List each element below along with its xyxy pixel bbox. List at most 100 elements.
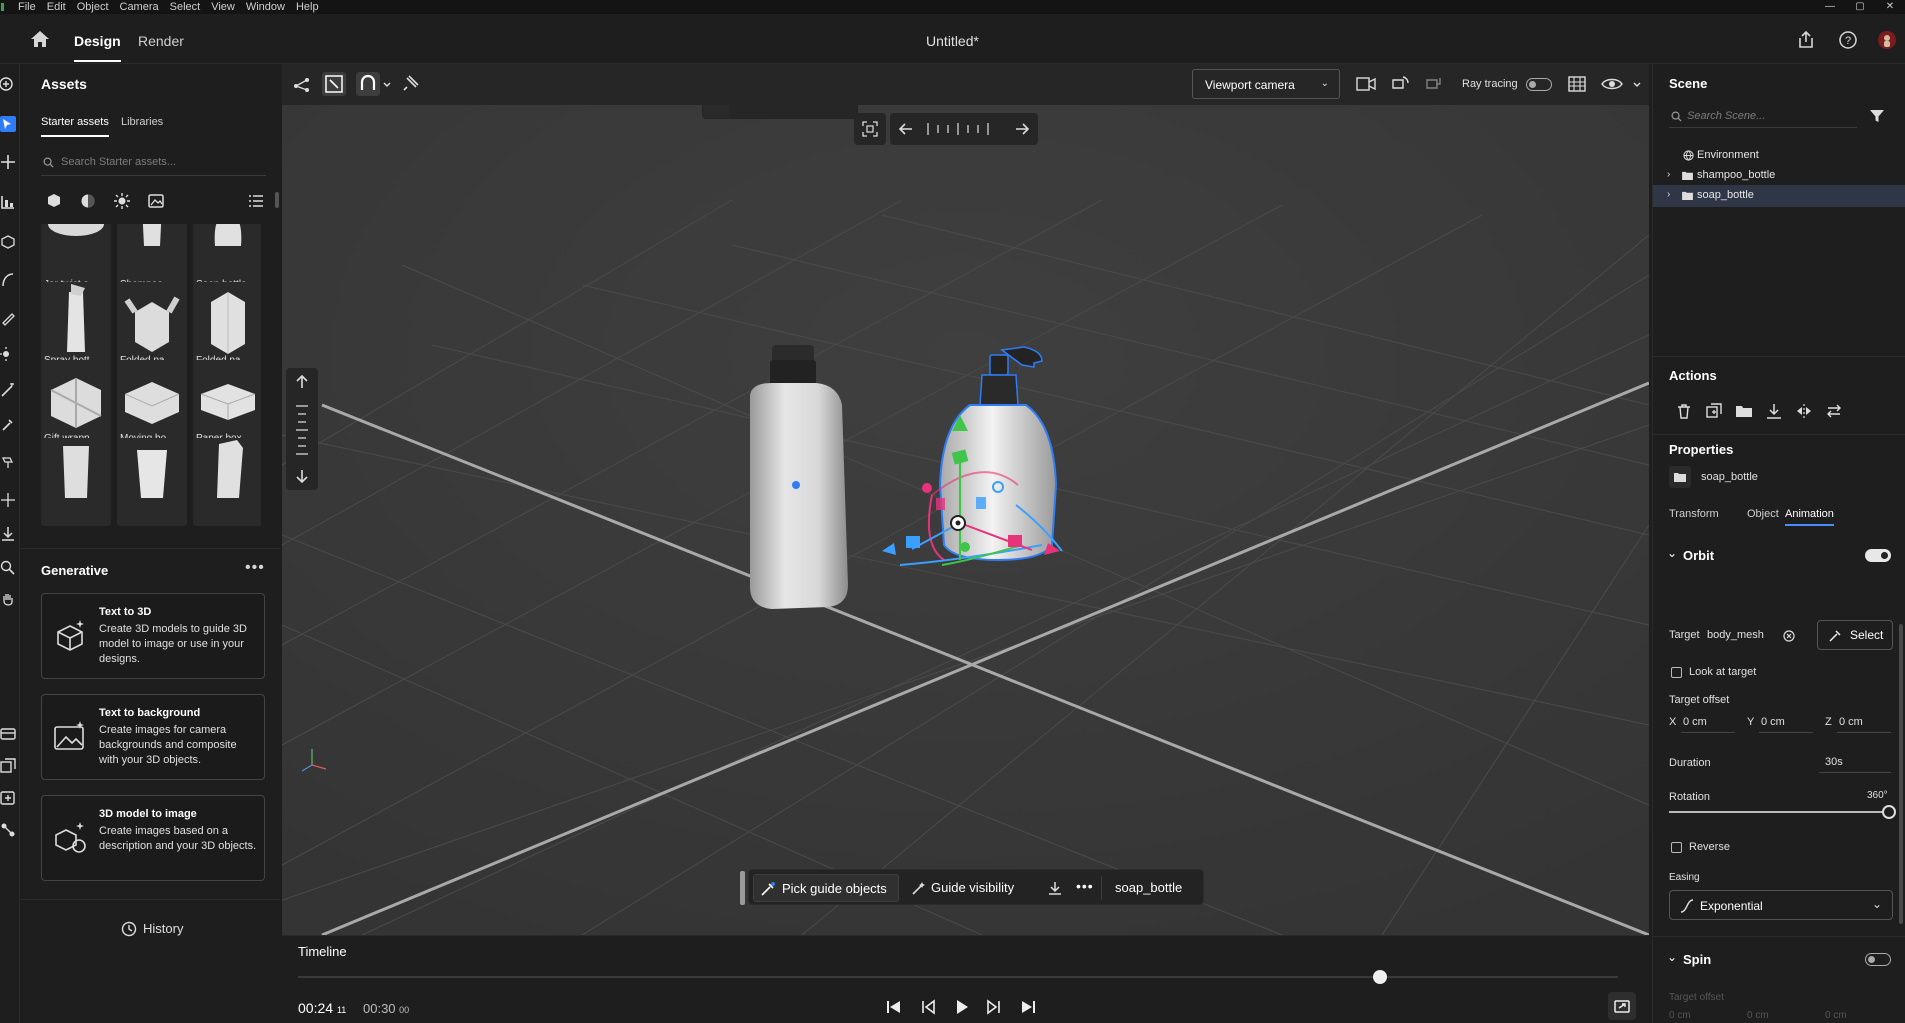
pivot-dot[interactable] — [792, 481, 800, 489]
menu-view[interactable]: View — [211, 0, 235, 14]
copy-panel-icon[interactable] — [0, 758, 16, 774]
play-icon[interactable] — [952, 998, 972, 1016]
add-icon[interactable] — [0, 76, 16, 92]
visibility-eye-icon[interactable] — [1600, 72, 1624, 96]
assets-search-input[interactable]: Search Starter assets... — [41, 150, 266, 176]
magnet-icon[interactable] — [356, 72, 380, 96]
tab-design[interactable]: Design — [74, 33, 121, 62]
tab-libraries[interactable]: Libraries — [121, 116, 163, 128]
delete-icon[interactable] — [1675, 402, 1693, 420]
chevron-down-icon[interactable]: ⌄ — [1667, 950, 1677, 964]
tab-object[interactable]: Object — [1747, 508, 1779, 520]
step-forward-icon[interactable] — [984, 998, 1004, 1016]
guide-visibility-button[interactable]: Guide visibility — [931, 880, 1014, 895]
maximize-button[interactable]: ▢ — [1845, 0, 1875, 14]
ray-tracing-toggle[interactable] — [1526, 78, 1552, 91]
export-panel-icon[interactable] — [0, 790, 16, 806]
asset-thumb-folded-pack-1[interactable]: Folded pa... — [117, 282, 187, 370]
chevron-right-icon[interactable]: › — [1667, 169, 1670, 180]
camera-redo-icon[interactable] — [1422, 72, 1446, 96]
paint-icon[interactable] — [0, 454, 16, 470]
zoom-icon[interactable] — [0, 560, 16, 576]
orbit-toggle[interactable] — [1865, 549, 1891, 562]
camera-bookmark-icon[interactable] — [1354, 72, 1378, 96]
group-folder-icon[interactable] — [1735, 402, 1753, 420]
tree-item-soap-bottle[interactable]: › soap_bottle — [1653, 185, 1905, 207]
asset-thumb-cup-2[interactable] — [117, 438, 187, 526]
light-tool-icon[interactable] — [0, 346, 16, 362]
arrow-right-icon[interactable] — [1014, 121, 1030, 137]
guide-more-button[interactable]: ••• — [1076, 878, 1094, 894]
share-icon[interactable] — [1796, 30, 1816, 50]
menu-help[interactable]: Help — [296, 0, 319, 14]
assets-scrollbar[interactable] — [275, 192, 279, 208]
asset-thumb-carton[interactable] — [193, 438, 261, 526]
asset-thumb-cup-1[interactable] — [41, 438, 111, 526]
asset-thumb-moving-box[interactable]: Moving bo... — [117, 360, 187, 448]
chevron-right-icon[interactable]: › — [1667, 189, 1670, 200]
close-window-button[interactable]: ✕ — [1875, 0, 1905, 14]
layers-panel-icon[interactable] — [0, 726, 16, 742]
models-filter-icon[interactable] — [45, 192, 63, 210]
pen-tool-icon[interactable] — [0, 310, 16, 326]
menu-select[interactable]: Select — [170, 0, 201, 14]
model-to-image-card[interactable]: 3D model to image Create images based on… — [41, 795, 265, 881]
menu-window[interactable]: Window — [246, 0, 285, 14]
images-filter-icon[interactable] — [147, 192, 165, 210]
text-to-background-card[interactable]: Text to background Create images for cam… — [41, 694, 265, 780]
asset-thumb-folded-pack-2[interactable]: Folded pa... — [193, 282, 261, 370]
drop-to-ground-icon[interactable] — [1047, 880, 1063, 896]
tree-item-environment[interactable]: Environment — [1653, 145, 1905, 167]
arrow-left-icon[interactable] — [898, 121, 914, 137]
asset-thumb-paper-box[interactable]: Paper box ... — [193, 360, 261, 448]
align-tool-icon[interactable] — [0, 194, 16, 210]
select-tool-icon[interactable] — [0, 116, 16, 132]
menu-object[interactable]: Object — [77, 0, 109, 14]
list-view-icon[interactable] — [247, 192, 265, 210]
move-tool-icon[interactable] — [0, 154, 16, 170]
tab-animation[interactable]: Animation — [1785, 508, 1834, 526]
export-video-button[interactable] — [1608, 992, 1636, 1020]
avatar[interactable] — [1877, 30, 1897, 50]
skip-to-start-icon[interactable] — [884, 998, 904, 1016]
pin-icon[interactable] — [398, 72, 422, 96]
nodes-panel-icon[interactable] — [0, 822, 16, 838]
render-settings-icon[interactable] — [1565, 72, 1589, 96]
primitive-tool-icon[interactable] — [0, 234, 16, 250]
asset-thumb-spray[interactable]: Spray bott... — [41, 282, 111, 370]
camera-rotate-icon[interactable] — [1388, 72, 1412, 96]
nodes-icon[interactable] — [290, 72, 314, 96]
tab-render[interactable]: Render — [138, 33, 184, 49]
arrow-down-icon[interactable] — [294, 468, 310, 484]
bottom-bar-handle[interactable] — [740, 871, 745, 905]
minimize-button[interactable]: — — [1815, 0, 1845, 14]
lights-filter-icon[interactable] — [113, 192, 131, 210]
scene-search-input[interactable]: Search Scene... — [1669, 104, 1857, 128]
pick-guide-objects-button[interactable]: Pick guide objects — [753, 874, 899, 902]
shape-tool-icon[interactable] — [0, 272, 16, 288]
tab-transform[interactable]: Transform — [1669, 508, 1719, 520]
offset-z-input[interactable]: 0 cm — [1839, 716, 1863, 728]
home-icon[interactable] — [30, 30, 50, 48]
clear-target-icon[interactable] — [1783, 630, 1795, 642]
easing-select[interactable]: Exponential ⌄ — [1669, 890, 1893, 920]
vertical-ruler-icon[interactable] — [294, 402, 310, 458]
offset-x-input[interactable]: 0 cm — [1683, 716, 1707, 728]
duration-input[interactable]: 30s — [1825, 756, 1843, 768]
menu-edit[interactable]: Edit — [47, 0, 66, 14]
filter-icon[interactable] — [1869, 108, 1885, 124]
step-back-icon[interactable] — [918, 998, 938, 1016]
swap-icon[interactable] — [1825, 402, 1843, 420]
eyedropper-icon[interactable] — [0, 416, 16, 432]
properties-scrollbar[interactable] — [1899, 624, 1903, 924]
frame-button[interactable] — [854, 113, 886, 145]
chevron-down-icon[interactable]: ⌄ — [1667, 546, 1677, 560]
arrow-up-icon[interactable] — [294, 374, 310, 390]
timeline-track[interactable] — [298, 976, 1618, 978]
hand-tool-icon[interactable] — [0, 592, 16, 608]
help-icon[interactable]: ? — [1838, 30, 1858, 50]
skip-to-end-icon[interactable] — [1018, 998, 1038, 1016]
look-at-target-checkbox[interactable] — [1671, 667, 1682, 678]
tree-item-shampoo-bottle[interactable]: › shampoo_bottle — [1653, 165, 1905, 187]
reverse-checkbox[interactable] — [1671, 842, 1682, 853]
